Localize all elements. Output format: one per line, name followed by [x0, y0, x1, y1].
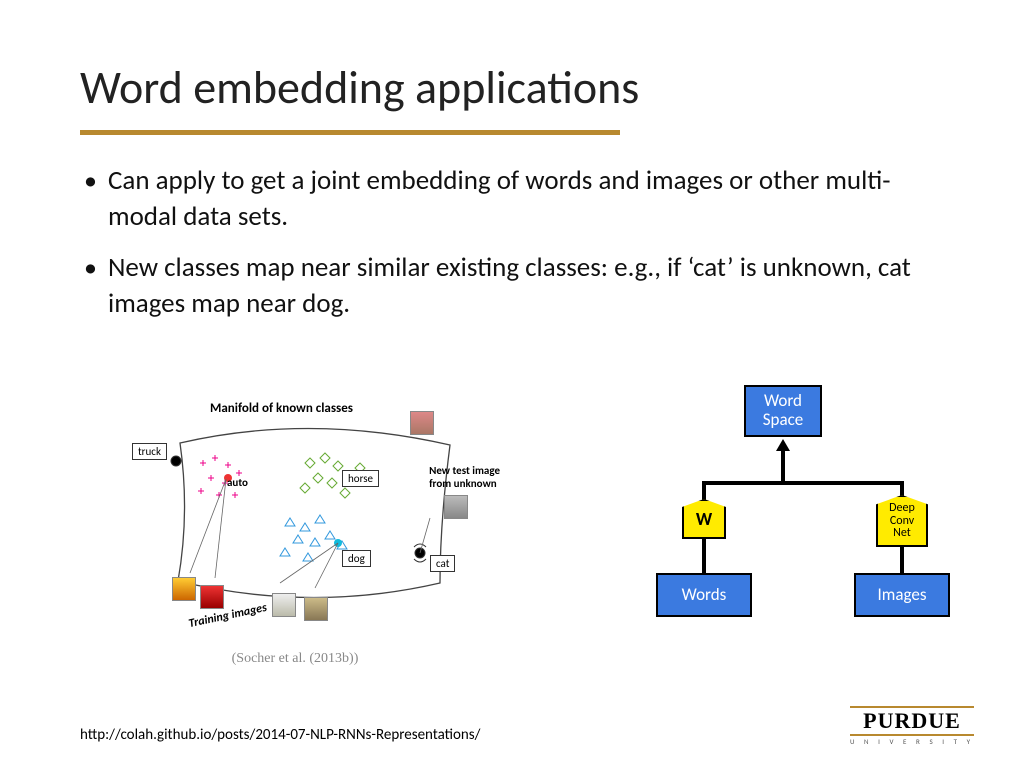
node-words: Words	[656, 573, 752, 617]
manifold-figure: Manifold of known classes	[80, 395, 510, 667]
arrow-into-wordspace	[776, 439, 790, 451]
new-test-label: New test image from unknown	[429, 465, 500, 490]
title-underline	[80, 130, 620, 135]
node-word-space: Word Space	[744, 385, 822, 437]
label-dog: dog	[342, 550, 371, 567]
thumb-car2	[200, 585, 224, 609]
slide-title: Word embedding applications	[80, 60, 944, 116]
flow-diagram: Word Space W Deep Conv Net Words	[644, 385, 944, 655]
logo-subtext: U N I V E R S I T Y	[850, 737, 974, 746]
logo-text: PURDUE	[850, 706, 974, 736]
thumb-dog1	[272, 593, 296, 617]
node-deep-conv-net: Deep Conv Net	[876, 495, 928, 547]
thumb-cat	[444, 495, 468, 519]
thumb-unknown	[410, 411, 434, 435]
bullet-item: Can apply to get a joint embedding of wo…	[80, 163, 944, 236]
bullet-item: New classes map near similar existing cl…	[80, 250, 944, 323]
node-images: Images	[854, 573, 950, 617]
node-w: W	[682, 499, 726, 539]
label-horse: horse	[342, 470, 379, 487]
purdue-logo: PURDUE U N I V E R S I T Y	[850, 706, 974, 746]
label-cat: cat	[430, 555, 455, 572]
bullet-list: Can apply to get a joint embedding of wo…	[80, 163, 944, 323]
thumb-car1	[172, 577, 196, 601]
label-auto: auto	[222, 475, 253, 490]
manifold-sheet	[170, 423, 460, 598]
label-truck: truck	[132, 443, 167, 460]
citation-text: (Socher et al. (2013b))	[80, 651, 510, 667]
footer-url: http://colah.github.io/posts/2014-07-NLP…	[80, 726, 480, 744]
thumb-dog2	[304, 597, 328, 621]
manifold-heading: Manifold of known classes	[210, 401, 353, 416]
